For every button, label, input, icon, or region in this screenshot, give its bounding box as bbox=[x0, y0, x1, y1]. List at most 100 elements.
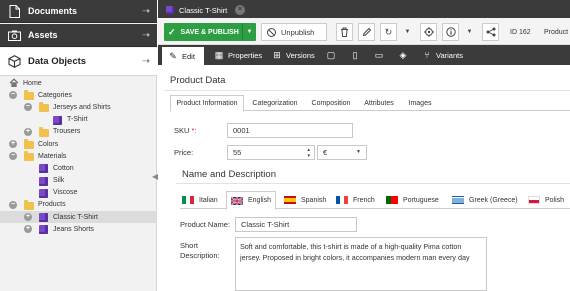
price-label: Price: bbox=[174, 148, 194, 157]
collapse-sidebar-handle[interactable]: ◀ bbox=[152, 172, 158, 188]
tree-item-cotton[interactable]: Cotton bbox=[0, 162, 157, 174]
tab-product-information[interactable]: Product Information bbox=[170, 95, 244, 112]
expand-icon[interactable]: + bbox=[24, 127, 32, 136]
sku-label: SKU *: bbox=[174, 126, 197, 135]
tab-language-english[interactable]: English bbox=[226, 191, 276, 210]
reload-icon: ↻ bbox=[384, 26, 393, 37]
editor-tabs: ✎ Edit ▦ Properties ⊞ Versions ▢ ▯ ▭ ◈ ⑂… bbox=[158, 45, 570, 65]
arrow-right-icon: ➝ bbox=[141, 56, 151, 67]
tree-item-jeans-shorts[interactable]: + Jeans Shorts bbox=[0, 223, 157, 235]
object-icon bbox=[39, 176, 48, 186]
tab-language-polish[interactable]: Polish bbox=[528, 191, 564, 209]
tab-variants[interactable]: ⑂ Variants bbox=[416, 45, 472, 65]
locate-in-tree-button[interactable] bbox=[420, 23, 437, 41]
save-options-dropdown[interactable]: ▼ bbox=[242, 23, 256, 41]
tab-properties[interactable]: ▦ Properties bbox=[208, 45, 264, 65]
accordion-data-objects-label: Data Objects bbox=[28, 56, 87, 67]
tree-item-colors[interactable]: + Colors bbox=[0, 138, 157, 150]
tree-item-label: Jeans Shorts bbox=[53, 225, 94, 233]
document-tab-bar: Classic T-Shirt × bbox=[158, 0, 570, 18]
delete-button[interactable] bbox=[336, 23, 353, 41]
collapse-icon[interactable]: − bbox=[9, 91, 17, 100]
tree-item-silk[interactable]: Silk bbox=[0, 175, 157, 187]
save-and-publish-label: SAVE & PUBLISH bbox=[180, 28, 239, 36]
accordion-documents[interactable]: Documents ➝ bbox=[0, 0, 157, 23]
tab-attributes[interactable]: Attributes bbox=[358, 95, 400, 111]
tab-language-portuguese[interactable]: Portuguese bbox=[386, 191, 439, 209]
collapse-icon[interactable]: − bbox=[9, 152, 17, 161]
reload-button[interactable]: ↻ bbox=[380, 23, 397, 41]
unpublish-icon bbox=[267, 27, 276, 37]
language-label: French bbox=[353, 196, 375, 204]
tree-item-classic-t-shirt[interactable]: + Classic T-Shirt bbox=[0, 211, 157, 224]
tree-item-home[interactable]: Home bbox=[0, 77, 157, 89]
tree-item-categories[interactable]: − Categories bbox=[0, 89, 157, 101]
document-icon: ▭ bbox=[374, 49, 384, 60]
language-tabs: Italian English Spanish French Portugues… bbox=[180, 191, 570, 210]
short-description-textarea[interactable]: Soft and comfortable, this t-shirt is ma… bbox=[235, 237, 487, 291]
target-icon bbox=[423, 27, 434, 37]
tree-item-t-shirt[interactable]: T-Shirt bbox=[0, 114, 157, 126]
tree-item-jerseys-and-shirts[interactable]: − Jerseys and Shirts bbox=[0, 101, 157, 113]
tab-notes[interactable]: ▯ bbox=[344, 45, 366, 65]
info-dropdown[interactable]: ▼ bbox=[464, 23, 475, 41]
tree-item-materials[interactable]: − Materials bbox=[0, 150, 157, 162]
variants-icon: ⑂ bbox=[424, 50, 430, 60]
tree-item-viscose[interactable]: Viscose bbox=[0, 187, 157, 199]
tree-item-label: Jerseys and Shirts bbox=[53, 103, 111, 111]
product-name-input[interactable]: Classic T-Shirt bbox=[235, 217, 357, 232]
tab-language-greek[interactable]: Greek (Greece) bbox=[452, 191, 518, 209]
sku-input[interactable]: 0001 bbox=[227, 123, 353, 138]
sku-label-text: SKU bbox=[174, 126, 190, 135]
italy-flag-icon bbox=[182, 196, 194, 204]
expand-icon[interactable]: + bbox=[24, 225, 32, 234]
collapse-icon[interactable]: − bbox=[24, 103, 32, 112]
language-label: English bbox=[248, 197, 271, 204]
tab-categorization[interactable]: Categorization bbox=[246, 95, 304, 111]
tab-images[interactable]: Images bbox=[402, 95, 438, 111]
arrow-right-icon: ➝ bbox=[141, 29, 151, 41]
tab-language-spanish[interactable]: Spanish bbox=[284, 191, 326, 209]
share-button[interactable] bbox=[482, 23, 499, 41]
product-name-label: Product Name: bbox=[180, 220, 231, 229]
object-class-label: Product bbox=[544, 29, 569, 36]
accordion-assets[interactable]: Assets ➝ bbox=[0, 24, 157, 47]
info-button[interactable] bbox=[442, 23, 459, 41]
close-tab-icon[interactable]: × bbox=[235, 5, 246, 15]
trash-icon bbox=[341, 27, 348, 37]
expand-icon[interactable]: + bbox=[9, 139, 17, 148]
tab-language-italian[interactable]: Italian bbox=[182, 191, 218, 209]
spain-flag-icon bbox=[284, 196, 296, 204]
reload-dropdown[interactable]: ▼ bbox=[402, 23, 413, 41]
tab-language-french[interactable]: French bbox=[336, 191, 375, 209]
accordion-assets-label: Assets bbox=[28, 30, 58, 40]
currency-select[interactable]: € ▼ bbox=[317, 145, 367, 160]
chevron-down-icon: ▼ bbox=[356, 149, 361, 155]
unpublish-button[interactable]: Unpublish bbox=[261, 23, 327, 41]
tree-item-label: Silk bbox=[53, 177, 65, 185]
panel-title: Product Data bbox=[170, 75, 226, 86]
document-tab[interactable]: Classic T-Shirt × bbox=[162, 2, 250, 18]
tab-edit[interactable]: ✎ Edit bbox=[162, 45, 204, 65]
object-icon bbox=[39, 225, 48, 235]
object-id-label: ID 162 bbox=[510, 29, 531, 36]
price-input[interactable]: 55 ▲ ▼ bbox=[227, 145, 315, 160]
tab-scheduler[interactable]: ▢ bbox=[320, 45, 342, 65]
stepper-icon[interactable]: ▲ ▼ bbox=[307, 147, 311, 159]
accordion-data-objects[interactable]: Data Objects ➝ bbox=[0, 48, 157, 76]
assets-icon bbox=[6, 27, 22, 43]
tree-item-trousers[interactable]: + Trousers bbox=[0, 126, 157, 138]
tab-composition[interactable]: Composition bbox=[306, 95, 356, 111]
folder-icon bbox=[24, 199, 34, 210]
rename-button[interactable] bbox=[358, 23, 375, 41]
collapse-icon[interactable]: − bbox=[9, 200, 17, 209]
tab-tags[interactable]: ◈ bbox=[392, 45, 414, 65]
info-icon bbox=[445, 27, 456, 37]
tab-versions[interactable]: ⊞ Versions bbox=[266, 45, 318, 65]
save-and-publish-button[interactable]: ✓ SAVE & PUBLISH ▼ bbox=[164, 23, 256, 41]
tab-dependencies[interactable]: ▭ bbox=[368, 45, 390, 65]
expand-icon[interactable]: + bbox=[24, 213, 32, 222]
share-icon bbox=[486, 27, 495, 37]
folder-icon bbox=[24, 138, 34, 149]
tree-item-products[interactable]: − Products bbox=[0, 199, 157, 211]
